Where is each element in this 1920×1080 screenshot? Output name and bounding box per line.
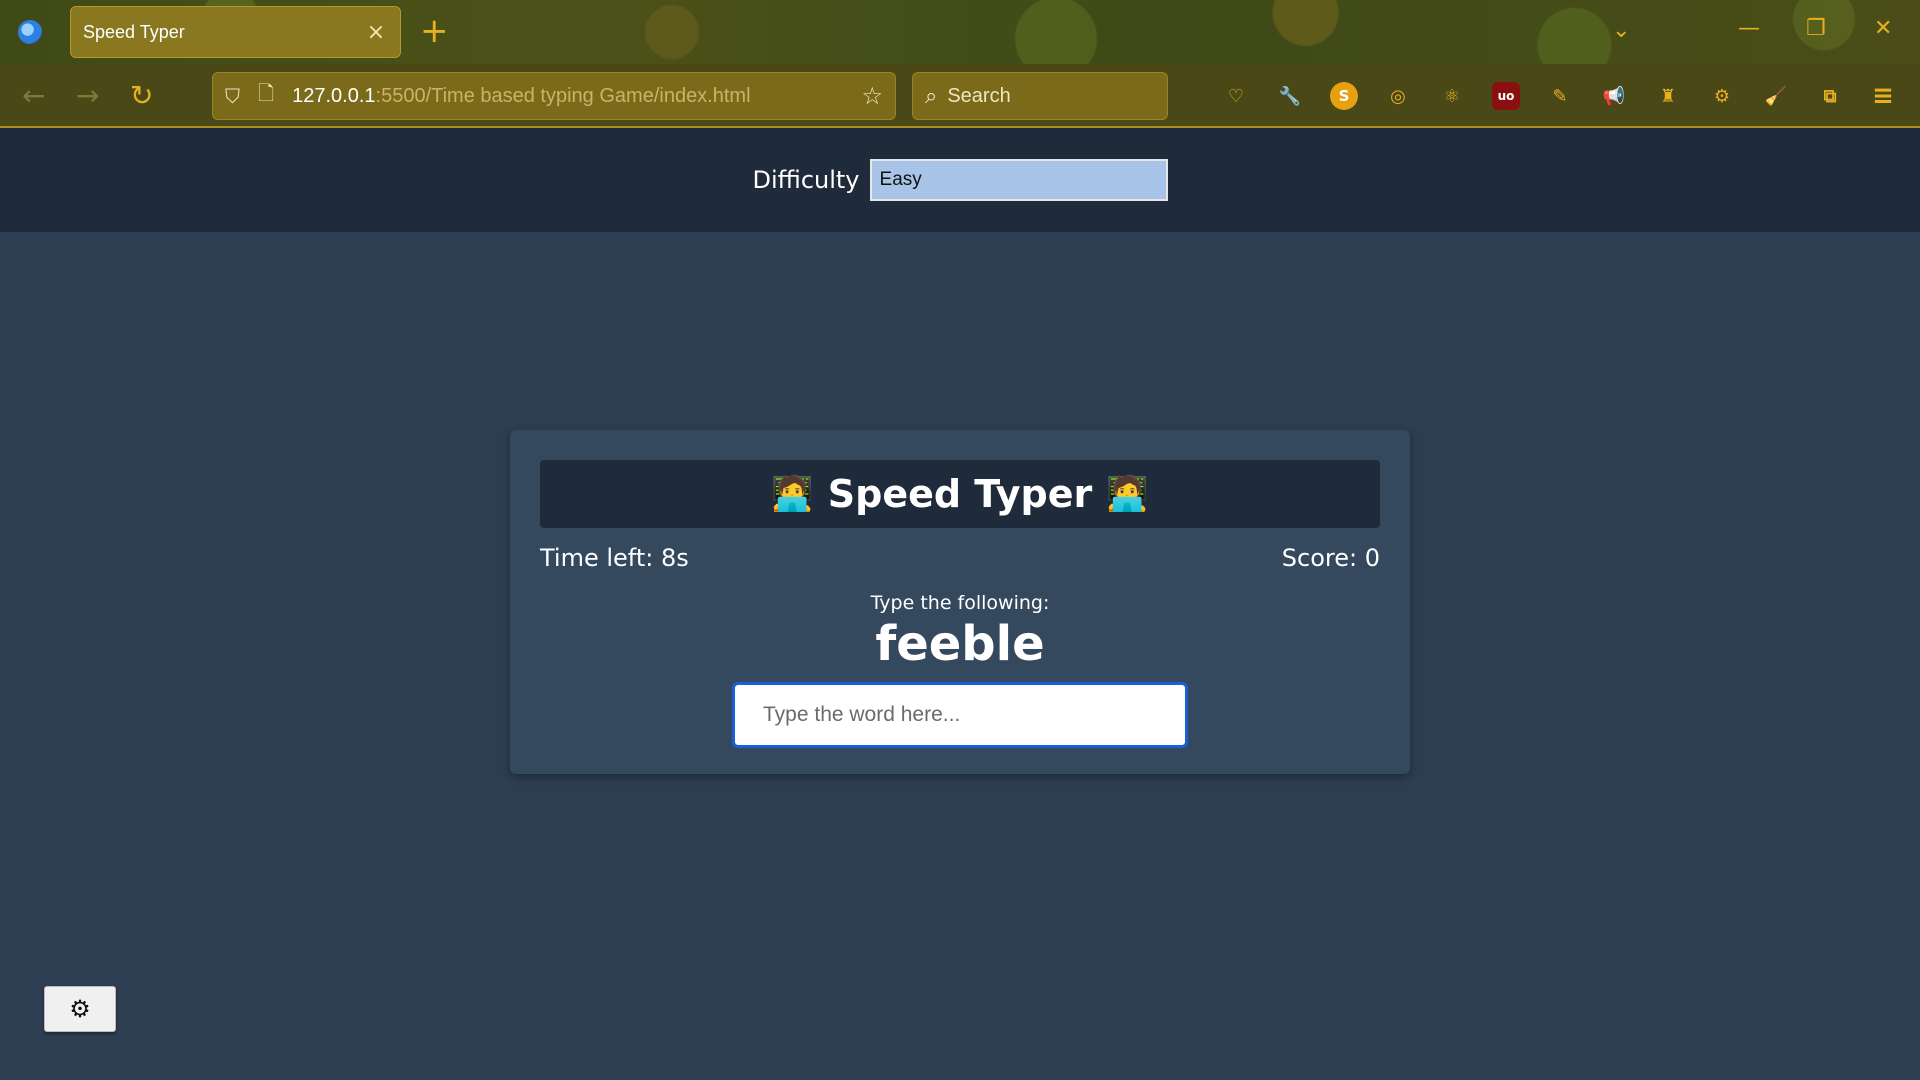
back-icon[interactable]: ← xyxy=(22,80,45,112)
ublock-icon[interactable]: uo xyxy=(1492,82,1520,110)
pocket-icon[interactable]: ♡ xyxy=(1222,82,1250,110)
game-header: 🧑‍💻 Speed Typer 🧑‍💻 xyxy=(540,460,1380,528)
bookmark-star-icon[interactable]: ☆ xyxy=(861,82,883,110)
s-extension-icon[interactable]: S xyxy=(1330,82,1358,110)
react-icon[interactable]: ⚛ xyxy=(1438,82,1466,110)
settings-toggle-button[interactable]: ⚙ xyxy=(44,986,116,1032)
technologist-emoji-icon: 🧑‍💻 xyxy=(771,474,814,514)
target-word: feeble xyxy=(875,616,1045,672)
settings-bar: Difficulty Easy xyxy=(0,128,1920,232)
glasses-icon[interactable]: ◎ xyxy=(1384,82,1412,110)
gear-extension-icon[interactable]: ⚙ xyxy=(1708,82,1736,110)
difficulty-select[interactable]: Easy xyxy=(869,159,1168,201)
page-content: Difficulty Easy 🧑‍💻 Speed Typer 🧑‍💻 Time… xyxy=(0,128,1920,1080)
minimize-icon[interactable]: — xyxy=(1738,16,1760,41)
search-placeholder: Search xyxy=(947,84,1011,107)
list-all-tabs-icon[interactable]: ⌄ xyxy=(1612,18,1630,43)
tab-speed-typer[interactable]: Speed Typer × xyxy=(70,6,401,58)
close-window-icon[interactable]: ✕ xyxy=(1874,16,1892,41)
game-title: Speed Typer xyxy=(827,472,1093,516)
browser-tab-bar: Speed Typer × + ⌄ — ❐ ✕ xyxy=(0,0,1920,64)
game-card: 🧑‍💻 Speed Typer 🧑‍💻 Time left: 8s Score:… xyxy=(510,430,1410,774)
firefox-logo-icon xyxy=(18,20,42,44)
page-info-icon[interactable]: 🗋 xyxy=(258,79,274,113)
score: Score: 0 xyxy=(1281,544,1380,572)
lighthouse-icon[interactable]: ♜ xyxy=(1654,82,1682,110)
search-icon: ⌕ xyxy=(925,83,938,109)
reload-icon[interactable]: ↻ xyxy=(130,80,153,112)
broom-icon[interactable]: 🧹 xyxy=(1762,82,1790,110)
prompt-text: Type the following: xyxy=(870,592,1050,614)
url-host: 127.0.0.1 xyxy=(292,84,376,107)
shield-icon[interactable]: ⛉ xyxy=(225,84,240,108)
megaphone-icon[interactable]: 📢 xyxy=(1600,82,1628,110)
tab-title: Speed Typer xyxy=(83,21,185,42)
close-tab-icon[interactable]: × xyxy=(364,20,388,45)
menu-icon[interactable]: ≡ xyxy=(1869,81,1897,111)
pen-icon[interactable]: ✎ xyxy=(1546,82,1574,110)
technologist-emoji-icon: 🧑‍💻 xyxy=(1106,474,1149,514)
puzzle-icon[interactable]: ⧉ xyxy=(1816,82,1844,110)
url-path: :5500/Time based typing Game/index.html xyxy=(375,84,751,107)
wrench-icon[interactable]: 🔧 xyxy=(1276,82,1304,110)
word-input[interactable] xyxy=(732,682,1188,748)
maximize-icon[interactable]: ❐ xyxy=(1806,16,1826,41)
new-tab-icon[interactable]: + xyxy=(420,14,449,48)
forward-icon[interactable]: → xyxy=(76,80,99,112)
time-left: Time left: 8s xyxy=(540,544,689,572)
difficulty-label: Difficulty xyxy=(752,166,860,194)
browser-nav-bar: ← → ↻ ⛉ 🗋 127.0.0.1 :5500/Time based typ… xyxy=(0,64,1920,128)
gear-icon: ⚙ xyxy=(69,995,91,1023)
url-bar[interactable]: ⛉ 🗋 127.0.0.1 :5500/Time based typing Ga… xyxy=(212,72,896,120)
search-bar[interactable]: ⌕ Search xyxy=(912,72,1168,120)
